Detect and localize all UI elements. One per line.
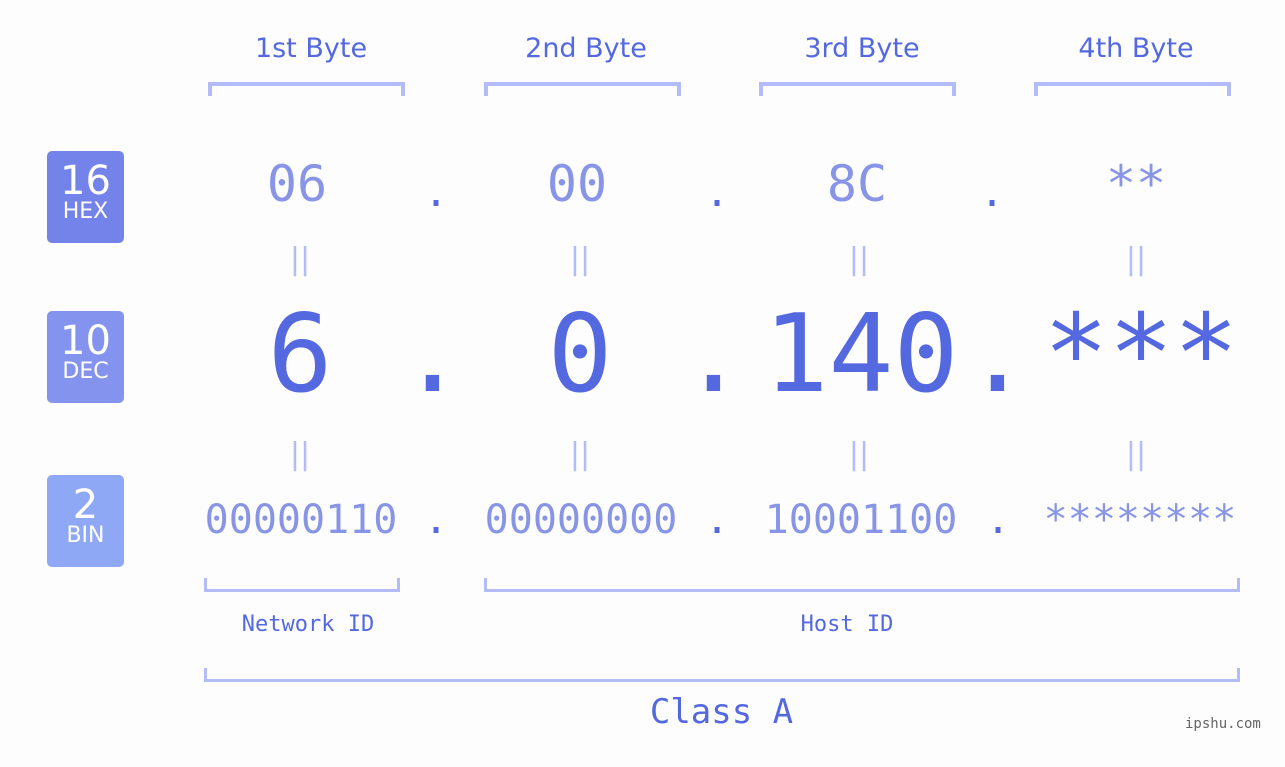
hex-badge-number: 16 — [60, 158, 111, 204]
dec-badge-label: DEC — [62, 359, 109, 384]
dec-badge-number: 10 — [60, 318, 111, 364]
byte-bracket-4 — [1034, 82, 1231, 96]
bin-dot-3: . — [986, 497, 1011, 543]
hex-byte-2: 00 — [546, 155, 608, 213]
host-id-label: Host ID — [800, 612, 894, 637]
byte-header-2: 2nd Byte — [525, 33, 647, 64]
hex-byte-4: ** — [1105, 155, 1167, 213]
dec-byte-3: 140 — [763, 292, 959, 417]
dec-dot-2: . — [681, 292, 747, 417]
dec-dot-3: . — [965, 292, 1031, 417]
host-id-bracket — [484, 578, 1240, 592]
equals-hex-dec-4: || — [1125, 242, 1147, 277]
dec-badge: 10 DEC — [47, 311, 124, 403]
dec-byte-4: *** — [1043, 292, 1239, 417]
bin-byte-3: 10001100 — [764, 497, 958, 543]
dec-byte-1: 6 — [267, 292, 333, 417]
equals-dec-bin-4: || — [1125, 437, 1147, 472]
hex-byte-3: 8C — [826, 155, 888, 213]
equals-dec-bin-1: || — [289, 437, 311, 472]
bin-byte-1: 00000110 — [204, 497, 398, 543]
hex-dot-1: . — [424, 170, 449, 216]
equals-dec-bin-3: || — [848, 437, 870, 472]
byte-bracket-1 — [208, 82, 405, 96]
class-bracket — [204, 668, 1240, 682]
byte-header-1: 1st Byte — [254, 33, 368, 64]
dec-byte-2: 0 — [547, 292, 613, 417]
bin-badge-label: BIN — [66, 523, 105, 548]
bin-badge-number: 2 — [72, 482, 99, 528]
bin-byte-4: ******** — [1043, 497, 1237, 543]
equals-hex-dec-3: || — [848, 242, 870, 277]
byte-header-3: 3rd Byte — [804, 33, 920, 64]
bin-dot-1: . — [424, 497, 449, 543]
bin-byte-2: 00000000 — [484, 497, 678, 543]
byte-header-4: 4th Byte — [1078, 33, 1194, 64]
hex-dot-3: . — [980, 170, 1005, 216]
hex-badge-label: HEX — [62, 199, 109, 224]
network-id-bracket — [204, 578, 400, 592]
bin-dot-2: . — [705, 497, 730, 543]
network-id-label: Network ID — [241, 612, 375, 637]
equals-dec-bin-2: || — [569, 437, 591, 472]
dec-dot-1: . — [400, 292, 466, 417]
hex-byte-1: 06 — [266, 155, 328, 213]
watermark: ipshu.com — [1185, 716, 1261, 732]
hex-badge: 16 HEX — [47, 151, 124, 243]
hex-dot-2: . — [705, 170, 730, 216]
byte-bracket-3 — [759, 82, 956, 96]
equals-hex-dec-1: || — [289, 242, 311, 277]
equals-hex-dec-2: || — [569, 242, 591, 277]
class-label: Class A — [649, 692, 794, 732]
bin-badge: 2 BIN — [47, 475, 124, 567]
byte-bracket-2 — [484, 82, 681, 96]
